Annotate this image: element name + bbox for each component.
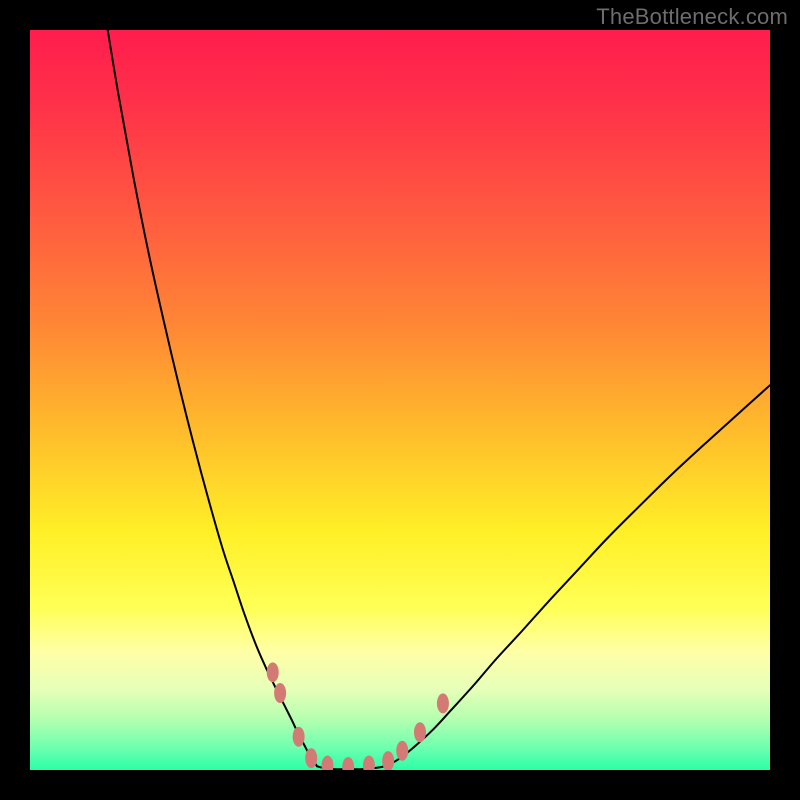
plot-svg: [30, 30, 770, 770]
curve-marker: [293, 727, 305, 747]
curve-marker: [274, 683, 286, 703]
curve-marker: [305, 748, 317, 768]
plot-area: [30, 30, 770, 770]
watermark-text: TheBottleneck.com: [596, 4, 788, 30]
curve-marker: [437, 693, 449, 713]
chart-frame: TheBottleneck.com: [0, 0, 800, 800]
plot-background: [30, 30, 770, 770]
curve-marker: [396, 741, 408, 761]
curve-marker: [414, 722, 426, 742]
curve-marker: [267, 662, 279, 682]
